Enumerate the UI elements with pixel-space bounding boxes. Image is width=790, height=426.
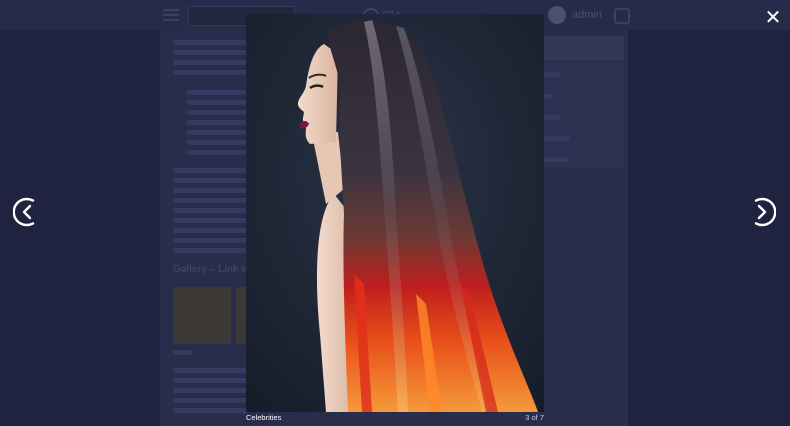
text-line [173, 228, 248, 233]
lightbox-image [246, 14, 544, 412]
image-counter: 3 of 7 [525, 413, 544, 422]
text-line [173, 50, 248, 55]
text-line [540, 157, 568, 162]
image-caption: Celebrities [246, 413, 282, 422]
close-icon: ✕ [764, 7, 782, 29]
text-line [173, 208, 248, 213]
text-line [173, 408, 248, 413]
background-thumbnail [173, 287, 231, 344]
text-line [173, 60, 248, 65]
chevron-left-circle-icon [12, 197, 35, 227]
background-thumbnail [236, 287, 246, 344]
text-line [187, 120, 247, 125]
text-line [173, 168, 248, 173]
chevron-right-circle-icon [754, 197, 777, 227]
close-button[interactable]: ✕ [763, 8, 783, 28]
text-line [173, 70, 248, 75]
lightbox-caption-bar: Celebrities 3 of 7 [246, 412, 544, 426]
text-line [173, 198, 248, 203]
text-line [173, 178, 248, 183]
text-line [187, 90, 247, 95]
text-line [173, 218, 248, 223]
text-line [173, 248, 248, 253]
text-line [187, 110, 247, 115]
hamburger-icon [163, 9, 179, 21]
avatar [548, 6, 566, 24]
text-line [173, 368, 248, 373]
portrait-photo [246, 14, 544, 412]
logout-icon [614, 8, 630, 24]
text-line [173, 188, 248, 193]
text-line [173, 238, 248, 243]
text-line [173, 388, 248, 393]
text-line [173, 350, 193, 355]
text-line [540, 136, 570, 141]
previous-image-button[interactable] [12, 197, 43, 227]
text-line [187, 150, 247, 155]
text-line [187, 140, 247, 145]
text-line [173, 398, 248, 403]
text-line [187, 100, 247, 105]
text-line [173, 40, 248, 45]
username: admin [572, 9, 602, 21]
next-image-button[interactable] [746, 197, 777, 227]
text-line [173, 378, 248, 383]
text-line [187, 130, 247, 135]
